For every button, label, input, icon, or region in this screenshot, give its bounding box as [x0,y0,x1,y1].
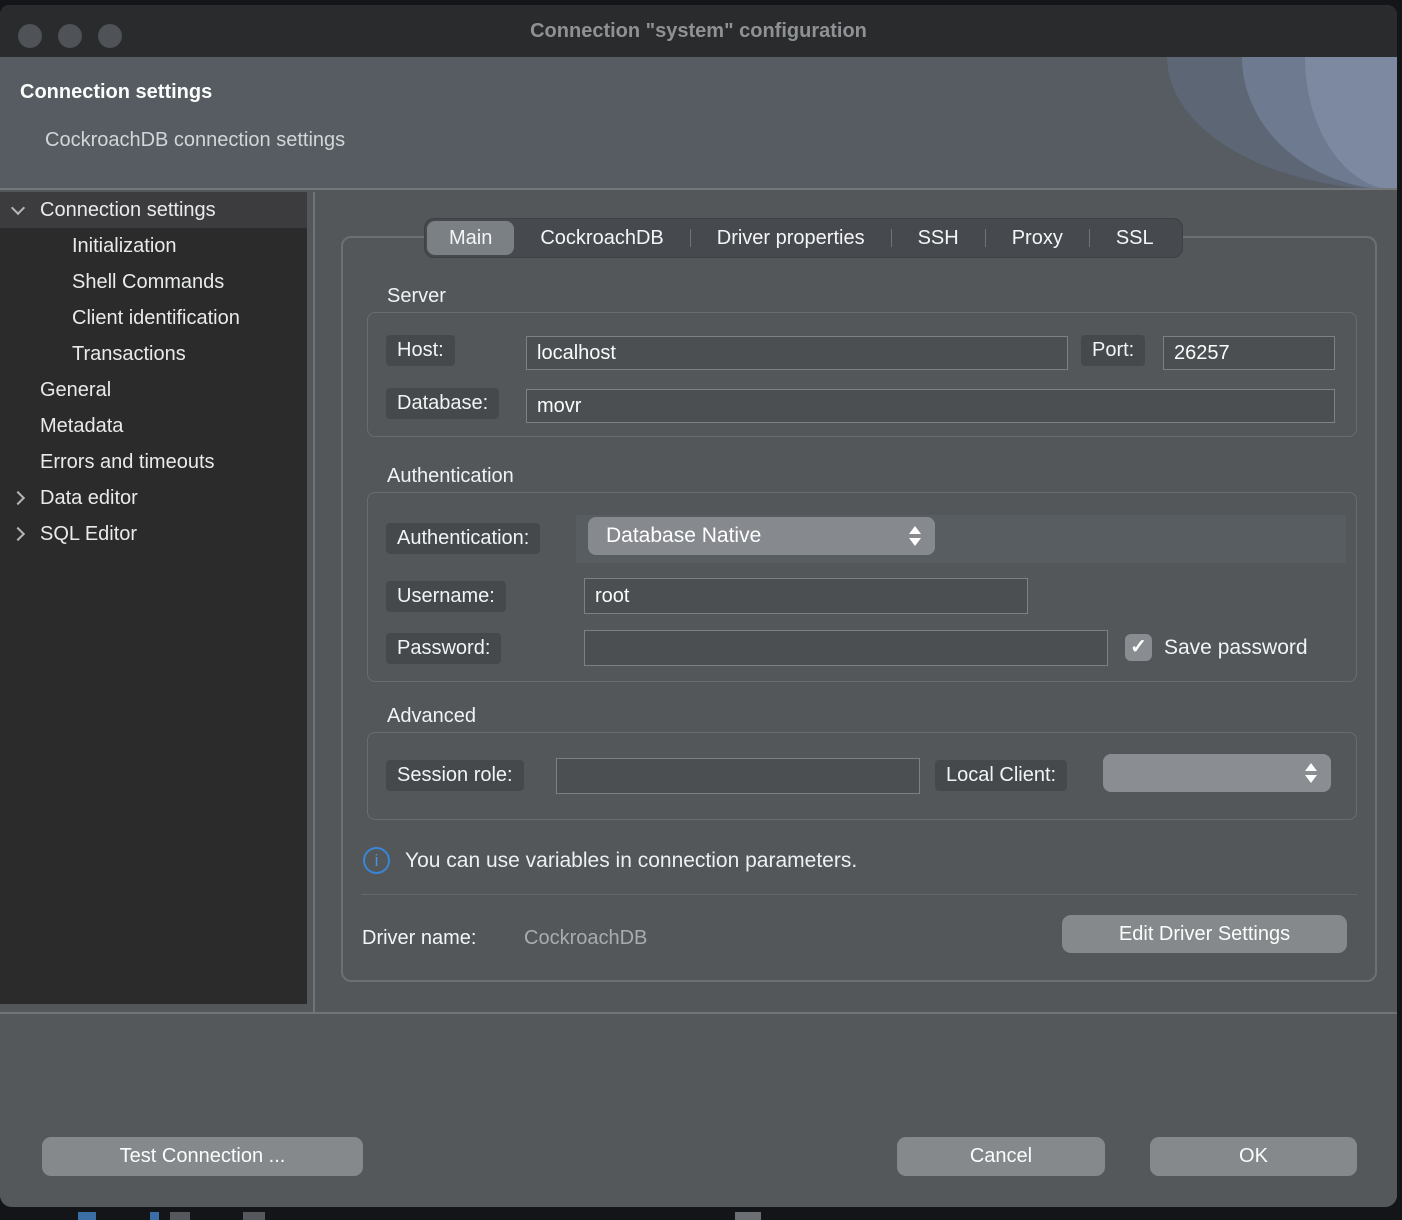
main-tab-panel: Server Host: Port: Database: Authenticat… [341,236,1377,982]
sidebar-item-data-editor[interactable]: Data editor [0,480,307,516]
sidebar-item-client-identification[interactable]: Client identification [0,300,307,336]
tab-cockroachdb[interactable]: CockroachDB [514,218,689,258]
background-window-fragment [150,1212,159,1220]
password-input[interactable] [584,630,1108,666]
sidebar-item-label: Transactions [72,343,186,366]
save-password-checkbox[interactable]: ✓ [1125,634,1152,661]
port-input[interactable] [1163,336,1335,370]
dialog-footer: Test Connection ... Cancel OK [0,1014,1397,1207]
host-input[interactable] [526,336,1068,370]
sidebar-item-label: Client identification [72,307,240,330]
ok-button[interactable]: OK [1150,1137,1357,1176]
wizard-header: Connection settings CockroachDB connecti… [0,57,1397,190]
background-window-fragment [735,1212,761,1220]
username-input[interactable] [584,578,1028,614]
chevron-updown-icon [1305,763,1318,783]
connection-configuration-dialog: Connection "system" configuration Connec… [0,5,1397,1207]
sidebar-item-transactions[interactable]: Transactions [0,336,307,372]
save-password-label[interactable]: Save password [1164,636,1349,660]
sidebar-item-label: Connection settings [40,199,216,222]
chevron-right-icon[interactable] [11,491,25,505]
server-group: Host: Port: Database: [367,312,1357,437]
authentication-select-value: Database Native [606,524,761,548]
screen: Connection "system" configuration Connec… [0,0,1402,1220]
sidebar-item-label: Shell Commands [72,271,224,294]
driver-separator [361,894,1357,895]
authentication-group: Authentication: Database Native Username… [367,492,1357,682]
info-icon: i [363,847,390,874]
authentication-select[interactable]: Database Native [588,517,935,555]
sidebar-item-metadata[interactable]: Metadata [0,408,307,444]
tab-ssh[interactable]: SSH [892,218,985,258]
sidebar-item-errors-and-timeouts[interactable]: Errors and timeouts [0,444,307,480]
sidebar-item-initialization[interactable]: Initialization [0,228,307,264]
authentication-section-label: Authentication [387,465,514,488]
sidebar-tree: Connection settings Initialization Shell C… [0,192,307,1004]
driver-name-label: Driver name: [362,927,476,950]
edit-driver-settings-button[interactable]: Edit Driver Settings [1062,915,1347,953]
session-role-input[interactable] [556,758,920,794]
tab-proxy[interactable]: Proxy [986,218,1089,258]
sidebar-item-sql-editor[interactable]: SQL Editor [0,516,307,552]
main-area: MainCockroachDBDriver propertiesSSHProxy… [315,192,1397,1012]
port-label: Port: [1081,335,1145,366]
local-client-select[interactable] [1103,754,1331,792]
tab-ssl[interactable]: SSL [1090,218,1180,258]
username-label: Username: [386,581,506,612]
host-label: Host: [386,335,455,366]
chevron-updown-icon [909,526,922,546]
page-subtitle: CockroachDB connection settings [45,129,345,152]
tab-driver-properties[interactable]: Driver properties [691,218,891,258]
database-input[interactable] [526,389,1335,423]
sidebar-item-connection-settings[interactable]: Connection settings [0,192,307,228]
session-role-label: Session role: [386,760,524,791]
database-label: Database: [386,388,499,419]
page-title: Connection settings [20,81,212,104]
authentication-label: Authentication: [386,523,540,554]
sidebar-item-label: SQL Editor [40,523,137,546]
sidebar-item-label: Initialization [72,235,177,258]
cancel-button[interactable]: Cancel [897,1137,1105,1176]
driver-name-value: CockroachDB [524,927,647,950]
background-window-fragment [243,1212,265,1220]
tab-main[interactable]: Main [427,221,514,255]
sidebar-item-label: General [40,379,111,402]
server-section-label: Server [387,285,446,308]
password-label: Password: [386,633,501,664]
background-window-fragment [78,1212,96,1220]
sidebar-item-shell-commands[interactable]: Shell Commands [0,264,307,300]
titlebar[interactable]: Connection "system" configuration [0,5,1397,57]
test-connection-button[interactable]: Test Connection ... [42,1137,363,1176]
background-window-fragment [170,1212,190,1220]
window-title: Connection "system" configuration [0,5,1397,57]
info-message: You can use variables in connection para… [405,849,857,873]
tab-bar: MainCockroachDBDriver propertiesSSHProxy… [424,218,1183,258]
sidebar-item-label: Data editor [40,487,138,510]
sidebar-item-label: Errors and timeouts [40,451,215,474]
local-client-label: Local Client: [935,760,1067,791]
sidebar-item-label: Metadata [40,415,123,438]
advanced-section-label: Advanced [387,705,476,728]
sidebar-item-general[interactable]: General [0,372,307,408]
advanced-group: Session role: Local Client: [367,732,1357,820]
chevron-down-icon[interactable] [11,201,25,215]
chevron-right-icon[interactable] [11,527,25,541]
